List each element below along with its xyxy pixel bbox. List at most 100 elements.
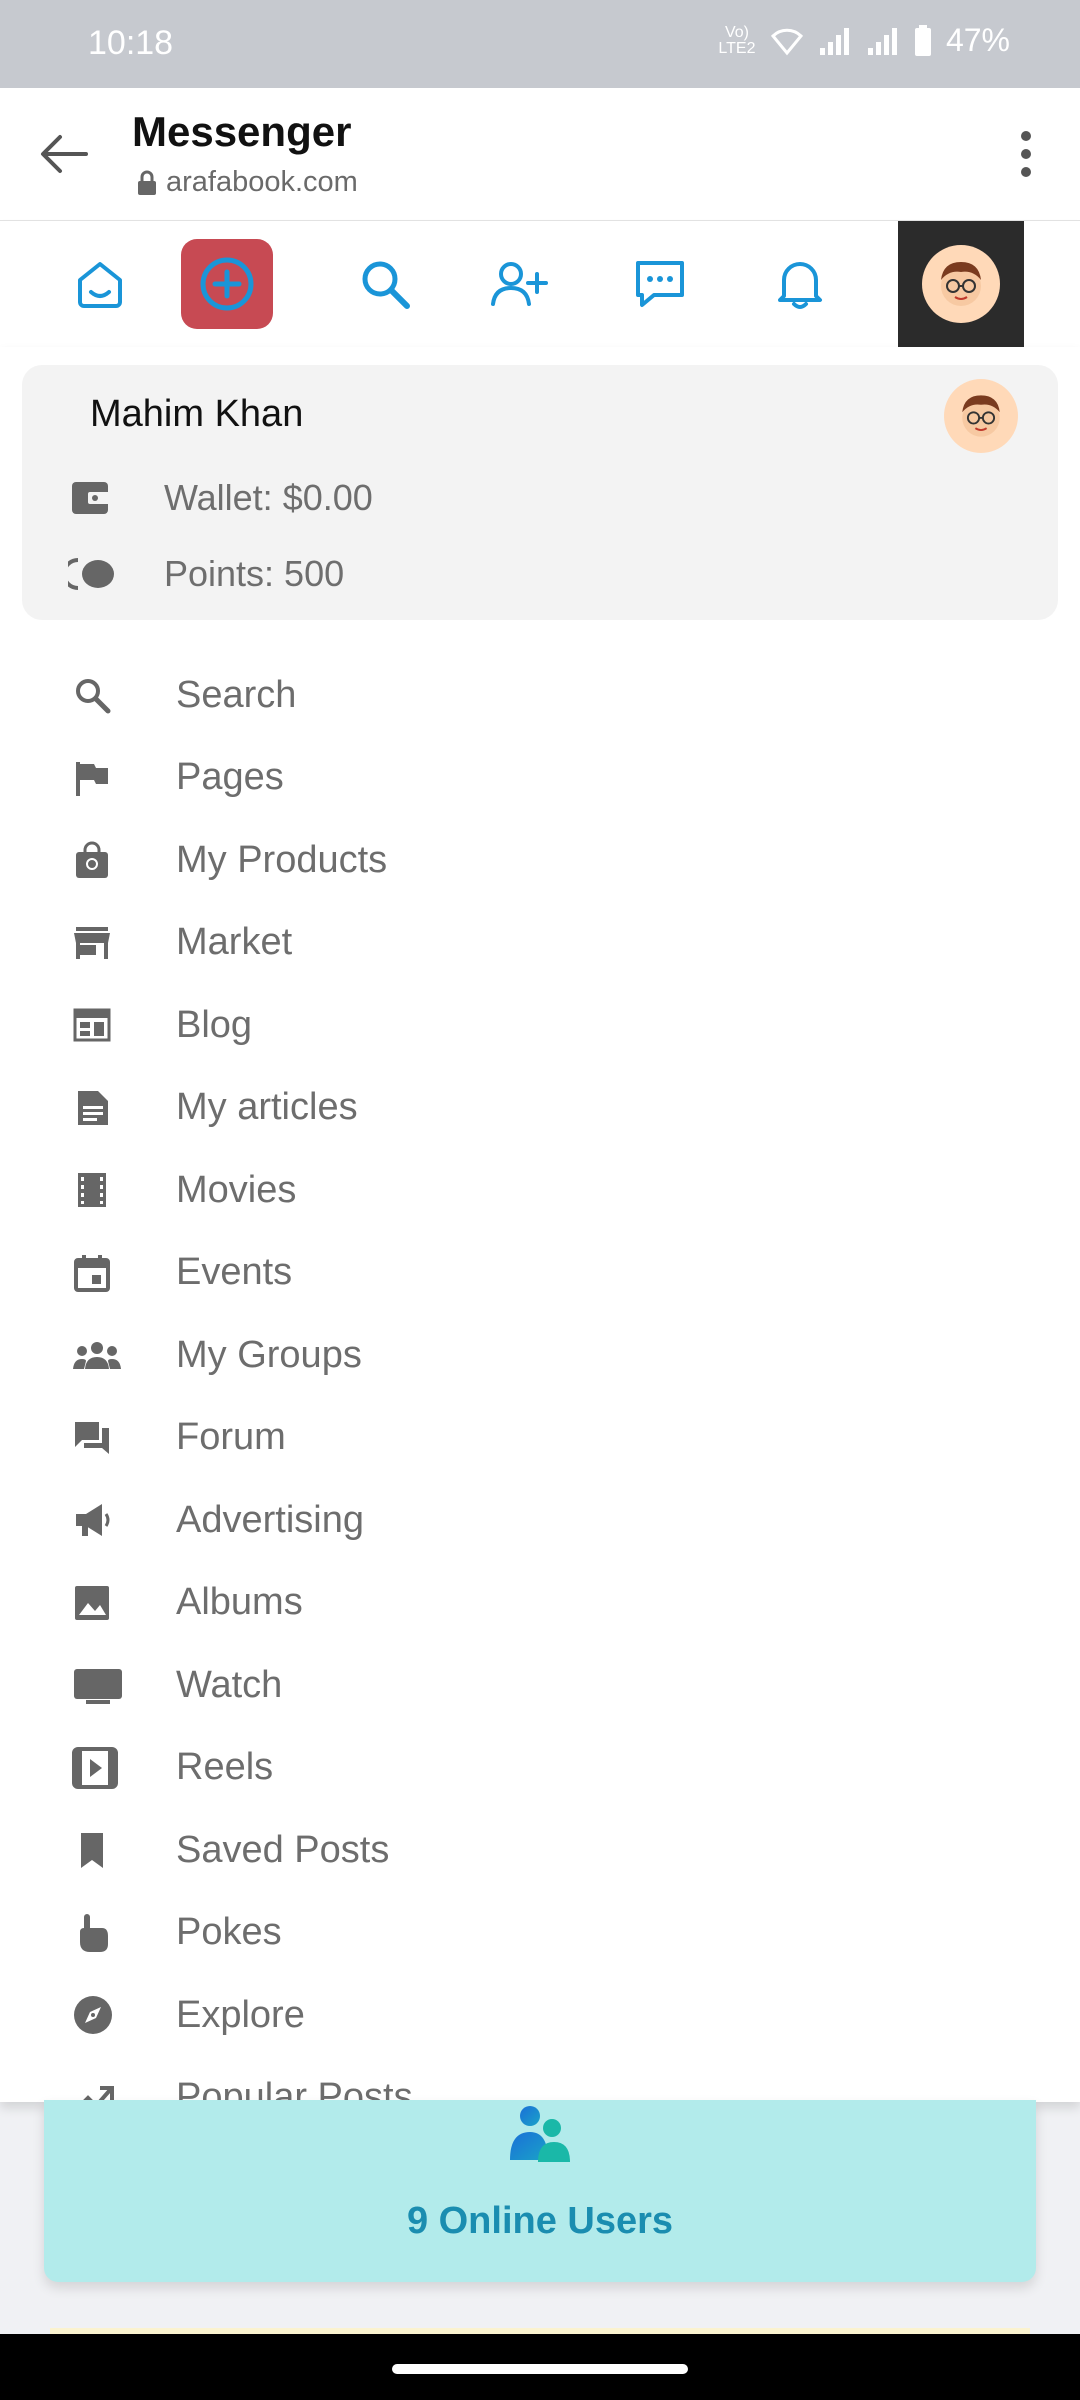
menu-item-label: Explore (176, 1993, 305, 2036)
menu-item-label: Watch (176, 1663, 283, 1706)
lock-icon (138, 170, 156, 195)
bookmark-icon (81, 1833, 103, 1869)
menu-item-my-articles[interactable]: My articles (0, 1067, 1080, 1150)
add-circle-icon (200, 257, 254, 311)
top-nav (0, 221, 1080, 347)
search-icon (76, 679, 111, 714)
compass-icon (74, 1996, 112, 2035)
search-icon (362, 261, 410, 309)
gesture-nav-bar (0, 2334, 1080, 2400)
store-icon (74, 926, 110, 959)
menu-item-watch[interactable]: Watch (0, 1644, 1080, 1727)
add-friend-icon (491, 262, 548, 306)
reels-icon (72, 1746, 118, 1789)
status-icons: Vo) LTE2 47% (718, 22, 1010, 59)
article-icon (78, 1090, 108, 1125)
status-bar: 10:18 Vo) LTE2 47% (0, 0, 1080, 88)
points-row[interactable]: Points: 500 (68, 553, 344, 595)
trending-icon (80, 2085, 114, 2102)
nav-messages-button[interactable] (620, 221, 700, 347)
blog-icon (73, 1008, 111, 1042)
menu-item-albums[interactable]: Albums (0, 1562, 1080, 1645)
avatar-face-icon (962, 395, 1000, 437)
menu-item-label: Popular Posts (176, 2076, 413, 2102)
avatar (922, 245, 1000, 323)
nav-create-button[interactable] (181, 239, 273, 329)
menu-item-movies[interactable]: Movies (0, 1149, 1080, 1232)
menu-item-label: My Groups (176, 1333, 362, 1376)
menu-list: Search Pages My Products Market Blog My … (0, 654, 1080, 2102)
forum-icon (75, 1421, 109, 1454)
menu-item-reels[interactable]: Reels (0, 1727, 1080, 1810)
menu-item-popular-posts[interactable]: Popular Posts (0, 2057, 1080, 2102)
home-icon (78, 262, 122, 308)
profile-avatar (944, 379, 1018, 453)
tv-icon (74, 1669, 122, 1705)
online-users-icon (510, 2106, 570, 2162)
menu-item-my-groups[interactable]: My Groups (0, 1314, 1080, 1397)
menu-item-pokes[interactable]: Pokes (0, 1892, 1080, 1975)
groups-icon (73, 1342, 121, 1370)
menu-item-advertising[interactable]: Advertising (0, 1479, 1080, 1562)
menu-item-label: Albums (176, 1581, 303, 1624)
menu-item-label: Search (176, 673, 297, 716)
nav-add-friend-button[interactable] (480, 221, 560, 347)
avatar-face-icon (941, 262, 981, 306)
page-url: arafabook.com (136, 166, 358, 199)
menu-item-label: Reels (176, 1746, 274, 1789)
wallet-icon (72, 482, 110, 514)
back-arrow-icon[interactable] (34, 124, 94, 184)
menu-item-explore[interactable]: Explore (0, 1974, 1080, 2057)
menu-item-pages[interactable]: Pages (0, 737, 1080, 820)
menu-item-forum[interactable]: Forum (0, 1397, 1080, 1480)
menu-item-search[interactable]: Search (0, 654, 1080, 737)
flag-icon (76, 761, 108, 796)
menu-item-label: My Products (176, 838, 388, 881)
nav-search-button[interactable] (345, 221, 425, 347)
nav-home-button[interactable] (60, 221, 140, 347)
menu-item-label: My articles (176, 1086, 358, 1129)
megaphone-icon (76, 1504, 110, 1537)
nav-notifications-button[interactable] (760, 221, 840, 347)
wifi-icon (770, 28, 803, 55)
status-time: 10:18 (88, 24, 174, 62)
user-menu-dropdown: Mahim Khan Wallet: $0.00 Points: 500 Sea… (0, 347, 1080, 2102)
menu-item-label: Events (176, 1251, 293, 1294)
menu-item-label: Blog (176, 1003, 253, 1046)
notifications-icon (778, 262, 822, 309)
film-icon (78, 1173, 106, 1208)
battery-level: 47% (945, 22, 1010, 58)
points-coins-icon (68, 558, 114, 590)
profile-card[interactable]: Mahim Khan Wallet: $0.00 Points: 500 (22, 365, 1058, 620)
page-title: Messenger (132, 108, 352, 155)
menu-item-events[interactable]: Events (0, 1232, 1080, 1315)
more-options-icon[interactable] (996, 124, 1056, 184)
shopping-bag-icon (76, 841, 108, 879)
online-users-card[interactable]: 9 Online Users (44, 2100, 1036, 2282)
menu-item-saved-posts[interactable]: Saved Posts (0, 1809, 1080, 1892)
calendar-icon (74, 1254, 110, 1292)
messages-icon (636, 261, 684, 307)
menu-item-market[interactable]: Market (0, 902, 1080, 985)
profile-name: Mahim Khan (90, 393, 304, 435)
url-text: arafabook.com (166, 166, 358, 198)
browser-app-bar: Messenger arafabook.com (0, 88, 1080, 221)
volte-label: Vo) LTE2 (718, 23, 756, 57)
home-gesture-handle[interactable] (392, 2364, 688, 2374)
poke-icon (80, 1913, 108, 1952)
image-icon (75, 1585, 109, 1620)
signal-icon (819, 27, 849, 55)
nav-profile-button[interactable] (898, 221, 1024, 347)
wallet-balance: Wallet: $0.00 (164, 477, 373, 518)
menu-item-label: Advertising (176, 1498, 364, 1541)
menu-item-label: Saved Posts (176, 1828, 390, 1871)
menu-item-label: Forum (176, 1416, 286, 1459)
menu-item-label: Movies (176, 1168, 297, 1211)
menu-item-label: Market (176, 921, 293, 964)
menu-item-my-products[interactable]: My Products (0, 819, 1080, 902)
signal-icon-2 (867, 27, 897, 55)
menu-item-label: Pokes (176, 1911, 282, 1954)
menu-item-blog[interactable]: Blog (0, 984, 1080, 1067)
menu-item-label: Pages (176, 756, 284, 799)
wallet-row[interactable]: Wallet: $0.00 (68, 477, 373, 519)
